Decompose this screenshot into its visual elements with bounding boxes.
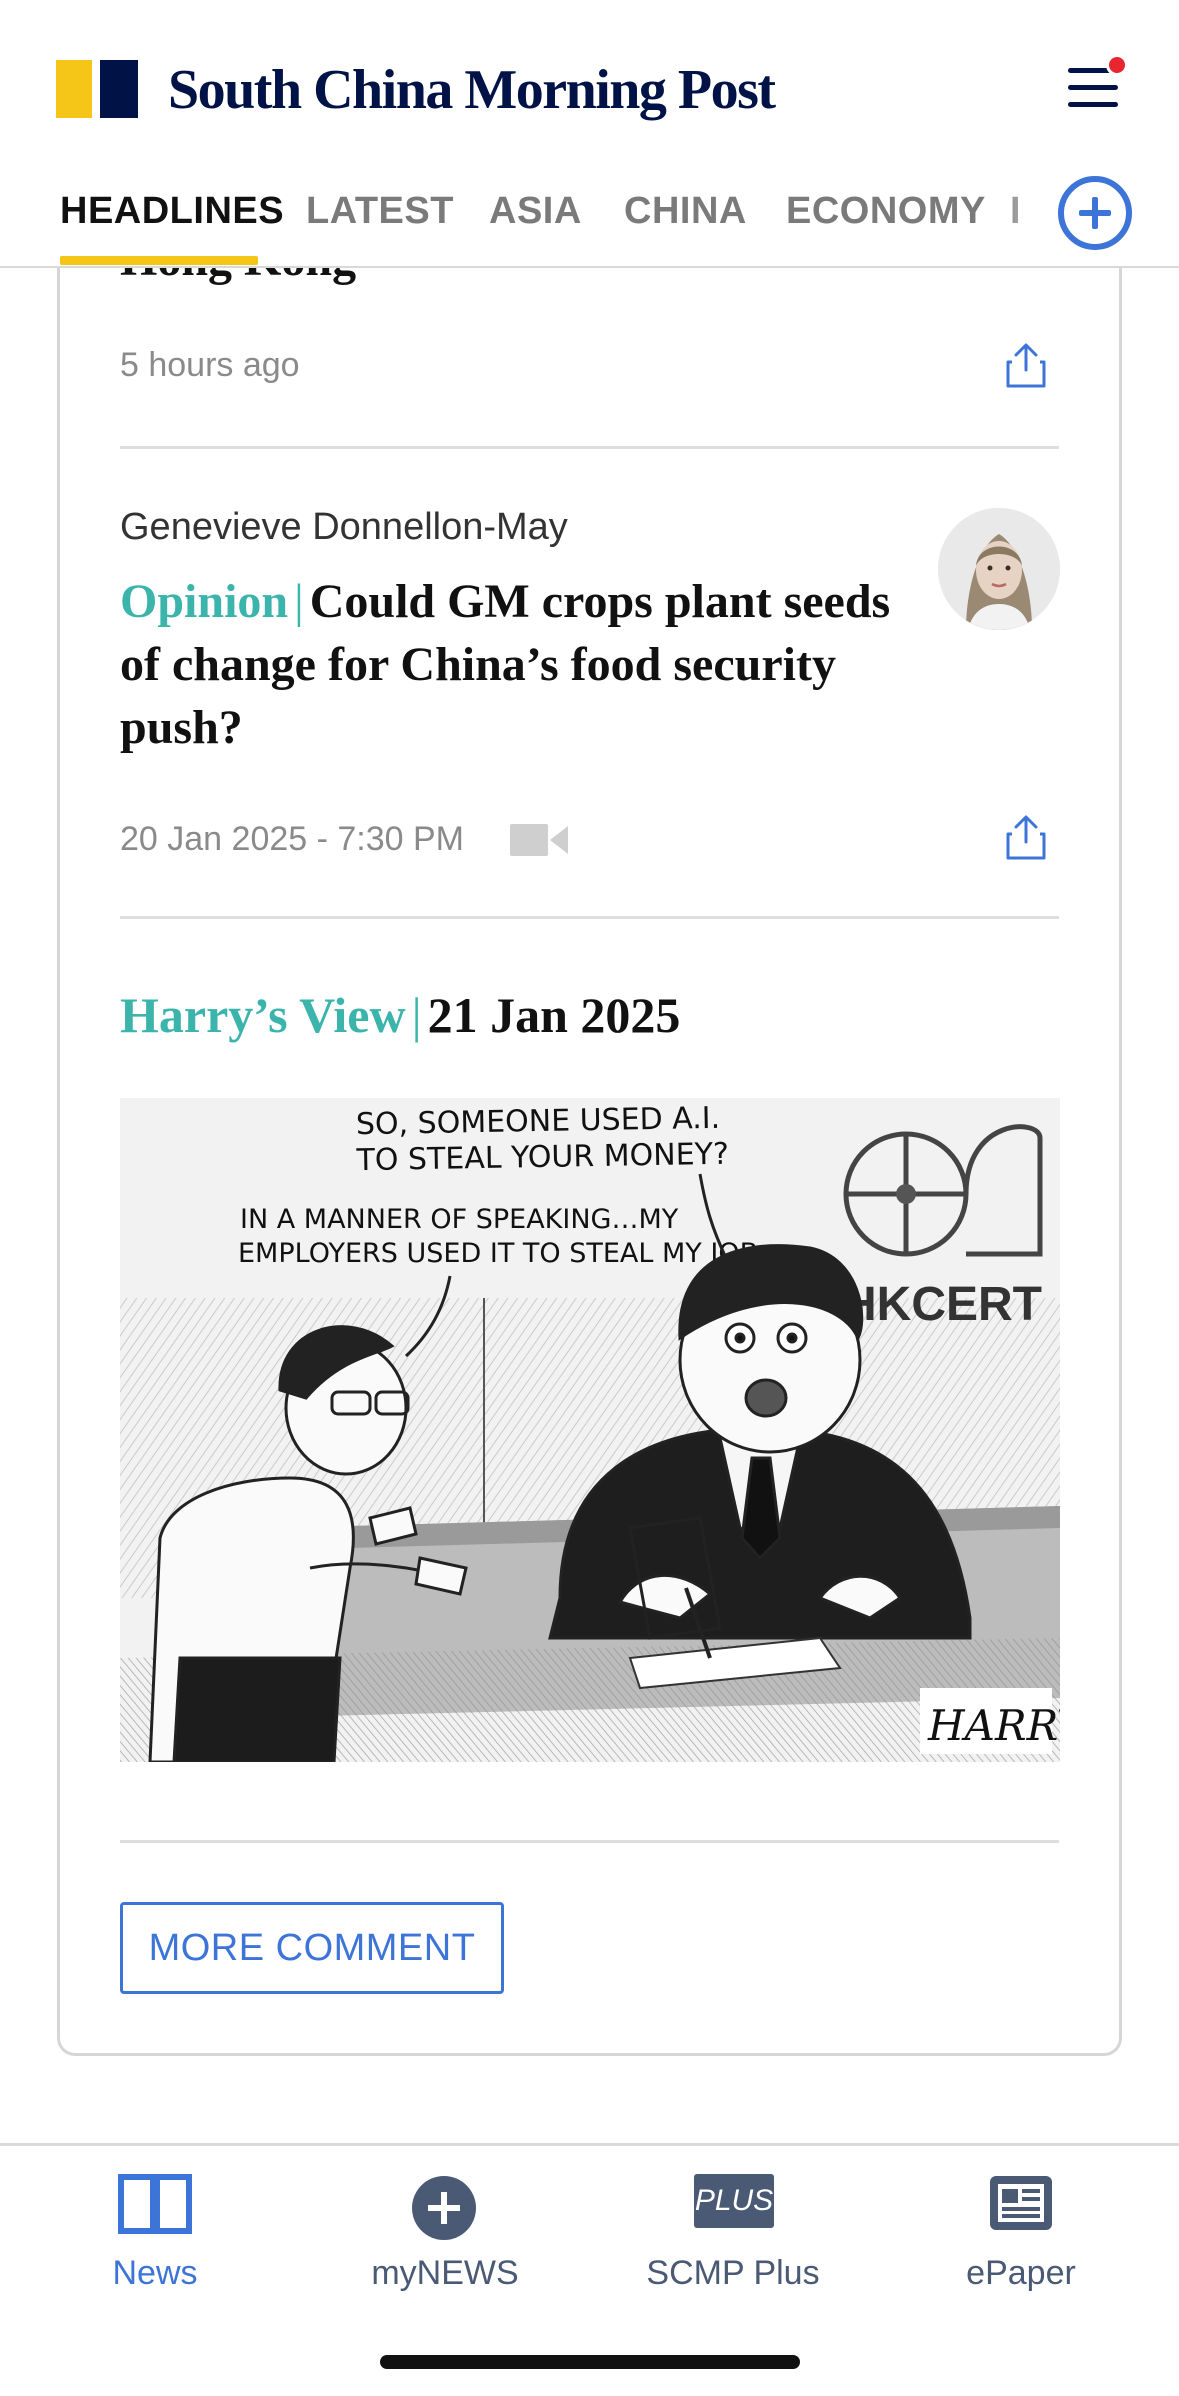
share-icon[interactable] (1002, 340, 1050, 390)
section-label: Opinion (120, 575, 289, 628)
tab-headlines[interactable]: HEADLINES (60, 190, 284, 233)
editorial-cartoon[interactable]: HKCERT SO, SOMEONE USED A.I. TO STEAL YO… (120, 1098, 1060, 1762)
video-icon (510, 824, 568, 856)
nav-news[interactable]: News (10, 2146, 300, 2306)
newspaper-icon (990, 2176, 1052, 2230)
article-time: 5 hours ago (120, 346, 300, 384)
plus-circle-icon (412, 2176, 476, 2240)
app-header: South China Morning Post HEADLINES LATES… (0, 0, 1179, 268)
speech-bubble-line: EMPLOYERS USED IT TO STEAL MY JOB (238, 1238, 758, 1269)
plus-badge-icon: PLUS (694, 2174, 774, 2228)
nav-mynews[interactable]: myNEWS (300, 2146, 590, 2306)
speech-bubble-line: TO STEAL YOUR MONEY? (355, 1137, 729, 1179)
share-icon[interactable] (1002, 812, 1050, 862)
article-time: 20 Jan 2025 - 7:30 PM (120, 820, 465, 858)
section-separator: | (411, 987, 422, 1043)
add-section-icon[interactable] (1058, 176, 1132, 250)
section-tabs: HEADLINES LATEST ASIA CHINA ECONOMY I (0, 168, 1179, 268)
tab-economy[interactable]: ECONOMY (786, 190, 986, 233)
book-open-icon (118, 2174, 192, 2234)
author-avatar[interactable] (938, 508, 1060, 630)
section-label: Harry’s View (120, 987, 406, 1043)
speech-bubble-line: SO, SOMEONE USED A.I. (356, 1101, 721, 1142)
tab-china[interactable]: CHINA (624, 190, 747, 233)
nav-news-label: News (112, 2254, 198, 2292)
nav-scmp-plus[interactable]: PLUS SCMP Plus (588, 2146, 878, 2306)
cartoon-signature: HARRY (927, 1701, 1060, 1750)
divider (120, 446, 1059, 449)
cartoon-date: 21 Jan 2025 (427, 987, 681, 1043)
divider (120, 1840, 1059, 1843)
divider (120, 916, 1059, 919)
speech-bubble-line: IN A MANNER OF SPEAKING…MY (240, 1204, 679, 1235)
home-indicator[interactable] (380, 2355, 800, 2369)
scmp-logo-mark[interactable] (56, 60, 138, 118)
article-author[interactable]: Genevieve Donnellon-May (120, 506, 568, 549)
tab-latest[interactable]: LATEST (306, 190, 454, 233)
article-headline[interactable]: Opinion | Could GM crops plant seeds of ch… (120, 570, 910, 759)
nav-epaper-label: ePaper (966, 2254, 1076, 2292)
nav-epaper[interactable]: ePaper (876, 2146, 1166, 2306)
section-separator: | (294, 575, 304, 628)
nav-scmp-plus-label: SCMP Plus (646, 2254, 820, 2292)
notification-dot (1106, 54, 1128, 76)
harrys-view-title[interactable]: Harry’s View | 21 Jan 2025 (120, 986, 680, 1044)
nav-mynews-label: myNEWS (371, 2254, 519, 2292)
hkcert-sign: HKCERT (842, 1278, 1042, 1331)
scmp-logo-text[interactable]: South China Morning Post (168, 56, 776, 124)
active-tab-indicator (60, 256, 258, 265)
menu-icon[interactable] (1062, 54, 1128, 116)
tab-asia[interactable]: ASIA (489, 190, 582, 233)
more-comment-button[interactable]: MORE COMMENT (120, 1902, 504, 1994)
svg-text:SO, SOMEONE USED A.I. TO: SO, SOMEONE USED A.I. TO STEAL YOUR MONE… (355, 1101, 731, 1179)
